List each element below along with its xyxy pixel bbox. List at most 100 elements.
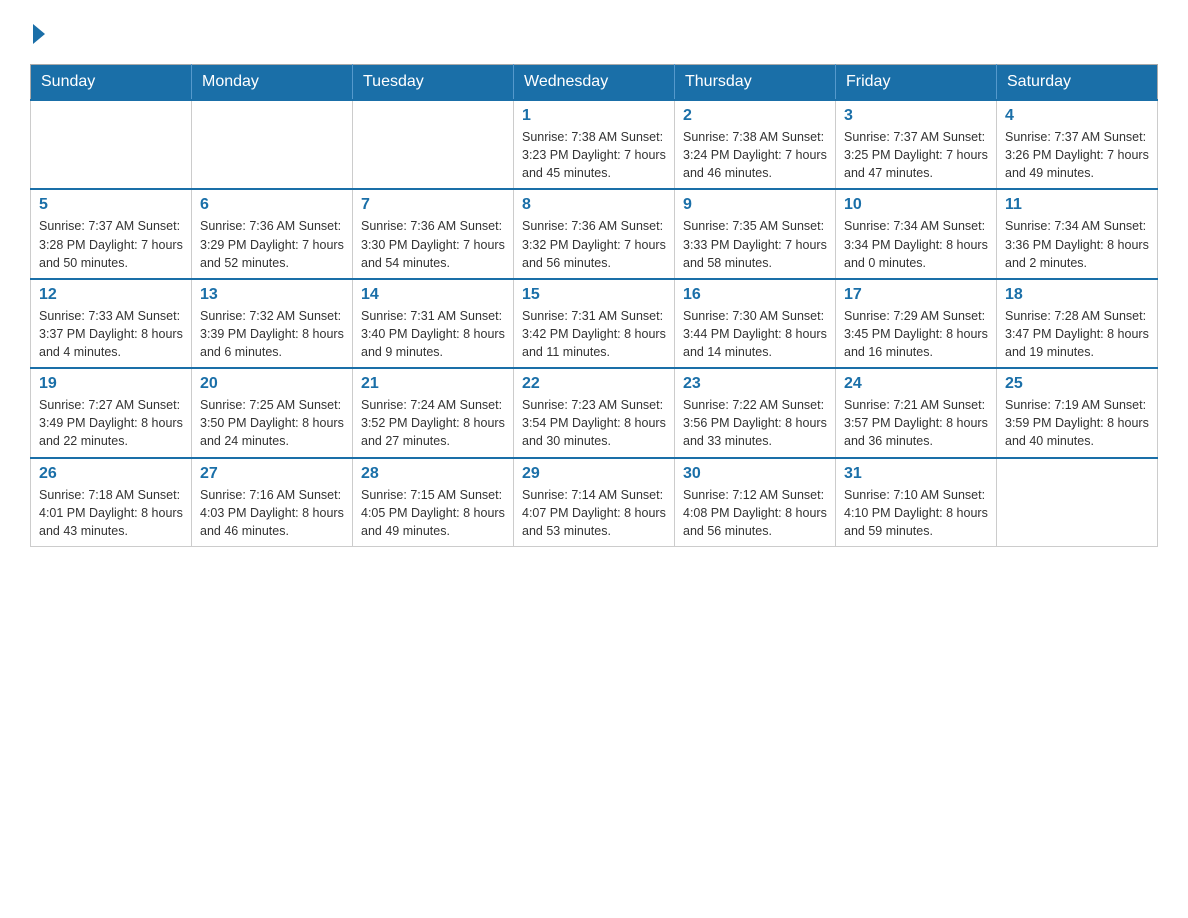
calendar-cell [31,100,192,189]
day-info: Sunrise: 7:36 AM Sunset: 3:30 PM Dayligh… [361,217,505,271]
day-number: 10 [844,196,988,214]
calendar-cell: 15 Sunrise: 7:31 AM Sunset: 3:42 PM Dayli… [514,279,675,368]
day-info: Sunrise: 7:25 AM Sunset: 3:50 PM Dayligh… [200,396,344,450]
day-info: Sunrise: 7:35 AM Sunset: 3:33 PM Dayligh… [683,217,827,271]
day-number: 14 [361,286,505,304]
calendar-cell: 30 Sunrise: 7:12 AM Sunset: 4:08 PM Dayli… [675,458,836,547]
day-info: Sunrise: 7:38 AM Sunset: 3:23 PM Dayligh… [522,128,666,182]
day-info: Sunrise: 7:37 AM Sunset: 3:25 PM Dayligh… [844,128,988,182]
calendar-cell: 20 Sunrise: 7:25 AM Sunset: 3:50 PM Dayli… [192,368,353,457]
day-number: 12 [39,286,183,304]
day-number: 13 [200,286,344,304]
day-info: Sunrise: 7:10 AM Sunset: 4:10 PM Dayligh… [844,486,988,540]
calendar-header-tuesday: Tuesday [353,65,514,101]
calendar-cell: 18Sunrise: 7:28 AM Sunset: 3:47 PM Dayli… [997,279,1158,368]
day-info: Sunrise: 7:36 AM Sunset: 3:29 PM Dayligh… [200,217,344,271]
page-header [30,20,1158,44]
calendar-header-saturday: Saturday [997,65,1158,101]
day-number: 15 [522,286,666,304]
calendar-cell: 23Sunrise: 7:22 AM Sunset: 3:56 PM Dayli… [675,368,836,457]
day-number: 26 [39,465,183,483]
day-info: Sunrise: 7:28 AM Sunset: 3:47 PM Dayligh… [1005,307,1149,361]
day-info: Sunrise: 7:23 AM Sunset: 3:54 PM Dayligh… [522,396,666,450]
day-info: Sunrise: 7:19 AM Sunset: 3:59 PM Dayligh… [1005,396,1149,450]
day-number: 9 [683,196,827,214]
day-number: 22 [522,375,666,393]
day-number: 31 [844,465,988,483]
day-info: Sunrise: 7:31 AM Sunset: 3:40 PM Dayligh… [361,307,505,361]
day-info: Sunrise: 7:12 AM Sunset: 4:08 PM Dayligh… [683,486,827,540]
day-info: Sunrise: 7:38 AM Sunset: 3:24 PM Dayligh… [683,128,827,182]
day-info: Sunrise: 7:31 AM Sunset: 3:42 PM Dayligh… [522,307,666,361]
day-number: 7 [361,196,505,214]
day-info: Sunrise: 7:27 AM Sunset: 3:49 PM Dayligh… [39,396,183,450]
day-number: 20 [200,375,344,393]
day-info: Sunrise: 7:34 AM Sunset: 3:34 PM Dayligh… [844,217,988,271]
calendar-cell: 14 Sunrise: 7:31 AM Sunset: 3:40 PM Dayli… [353,279,514,368]
calendar-cell: 24 Sunrise: 7:21 AM Sunset: 3:57 PM Dayli… [836,368,997,457]
calendar-header-wednesday: Wednesday [514,65,675,101]
calendar-header-thursday: Thursday [675,65,836,101]
day-info: Sunrise: 7:14 AM Sunset: 4:07 PM Dayligh… [522,486,666,540]
day-info: Sunrise: 7:22 AM Sunset: 3:56 PM Dayligh… [683,396,827,450]
calendar-cell: 10 Sunrise: 7:34 AM Sunset: 3:34 PM Dayli… [836,189,997,278]
day-number: 8 [522,196,666,214]
day-number: 1 [522,107,666,125]
day-info: Sunrise: 7:24 AM Sunset: 3:52 PM Dayligh… [361,396,505,450]
calendar-cell: 17Sunrise: 7:29 AM Sunset: 3:45 PM Dayli… [836,279,997,368]
day-info: Sunrise: 7:36 AM Sunset: 3:32 PM Dayligh… [522,217,666,271]
day-number: 6 [200,196,344,214]
day-number: 3 [844,107,988,125]
calendar-cell [353,100,514,189]
day-info: Sunrise: 7:18 AM Sunset: 4:01 PM Dayligh… [39,486,183,540]
calendar-header-monday: Monday [192,65,353,101]
calendar-cell: 1 Sunrise: 7:38 AM Sunset: 3:23 PM Daylig… [514,100,675,189]
calendar-header-friday: Friday [836,65,997,101]
calendar-cell: 4 Sunrise: 7:37 AM Sunset: 3:26 PM Daylig… [997,100,1158,189]
calendar-cell: 5Sunrise: 7:37 AM Sunset: 3:28 PM Daylig… [31,189,192,278]
calendar-cell: 8 Sunrise: 7:36 AM Sunset: 3:32 PM Daylig… [514,189,675,278]
calendar-cell: 31 Sunrise: 7:10 AM Sunset: 4:10 PM Dayli… [836,458,997,547]
week-row-5: 26 Sunrise: 7:18 AM Sunset: 4:01 PM Dayli… [31,458,1158,547]
calendar-cell: 6 Sunrise: 7:36 AM Sunset: 3:29 PM Daylig… [192,189,353,278]
day-number: 2 [683,107,827,125]
calendar-cell: 26 Sunrise: 7:18 AM Sunset: 4:01 PM Dayli… [31,458,192,547]
calendar-cell: 25Sunrise: 7:19 AM Sunset: 3:59 PM Dayli… [997,368,1158,457]
week-row-1: 1 Sunrise: 7:38 AM Sunset: 3:23 PM Daylig… [31,100,1158,189]
calendar-table: SundayMondayTuesdayWednesdayThursdayFrid… [30,64,1158,547]
calendar-cell: 27 Sunrise: 7:16 AM Sunset: 4:03 PM Dayli… [192,458,353,547]
day-info: Sunrise: 7:16 AM Sunset: 4:03 PM Dayligh… [200,486,344,540]
calendar-cell: 11 Sunrise: 7:34 AM Sunset: 3:36 PM Dayli… [997,189,1158,278]
day-number: 4 [1005,107,1149,125]
calendar-cell: 13 Sunrise: 7:32 AM Sunset: 3:39 PM Dayli… [192,279,353,368]
calendar-cell: 9 Sunrise: 7:35 AM Sunset: 3:33 PM Daylig… [675,189,836,278]
week-row-2: 5Sunrise: 7:37 AM Sunset: 3:28 PM Daylig… [31,189,1158,278]
day-number: 21 [361,375,505,393]
day-info: Sunrise: 7:32 AM Sunset: 3:39 PM Dayligh… [200,307,344,361]
calendar-cell: 3 Sunrise: 7:37 AM Sunset: 3:25 PM Daylig… [836,100,997,189]
day-info: Sunrise: 7:37 AM Sunset: 3:26 PM Dayligh… [1005,128,1149,182]
day-number: 19 [39,375,183,393]
day-number: 27 [200,465,344,483]
calendar-cell [997,458,1158,547]
calendar-cell: 22 Sunrise: 7:23 AM Sunset: 3:54 PM Dayli… [514,368,675,457]
calendar-cell: 19 Sunrise: 7:27 AM Sunset: 3:49 PM Dayli… [31,368,192,457]
logo-arrow-icon [33,24,45,44]
day-info: Sunrise: 7:34 AM Sunset: 3:36 PM Dayligh… [1005,217,1149,271]
calendar-cell: 16Sunrise: 7:30 AM Sunset: 3:44 PM Dayli… [675,279,836,368]
calendar-cell: 28 Sunrise: 7:15 AM Sunset: 4:05 PM Dayli… [353,458,514,547]
day-number: 30 [683,465,827,483]
calendar-cell [192,100,353,189]
calendar-cell: 2 Sunrise: 7:38 AM Sunset: 3:24 PM Daylig… [675,100,836,189]
calendar-header-row: SundayMondayTuesdayWednesdayThursdayFrid… [31,65,1158,101]
day-number: 24 [844,375,988,393]
calendar-cell: 29 Sunrise: 7:14 AM Sunset: 4:07 PM Dayli… [514,458,675,547]
day-number: 28 [361,465,505,483]
calendar-cell: 7 Sunrise: 7:36 AM Sunset: 3:30 PM Daylig… [353,189,514,278]
day-info: Sunrise: 7:15 AM Sunset: 4:05 PM Dayligh… [361,486,505,540]
day-number: 29 [522,465,666,483]
day-info: Sunrise: 7:21 AM Sunset: 3:57 PM Dayligh… [844,396,988,450]
week-row-3: 12Sunrise: 7:33 AM Sunset: 3:37 PM Dayli… [31,279,1158,368]
week-row-4: 19 Sunrise: 7:27 AM Sunset: 3:49 PM Dayli… [31,368,1158,457]
day-number: 11 [1005,196,1149,214]
